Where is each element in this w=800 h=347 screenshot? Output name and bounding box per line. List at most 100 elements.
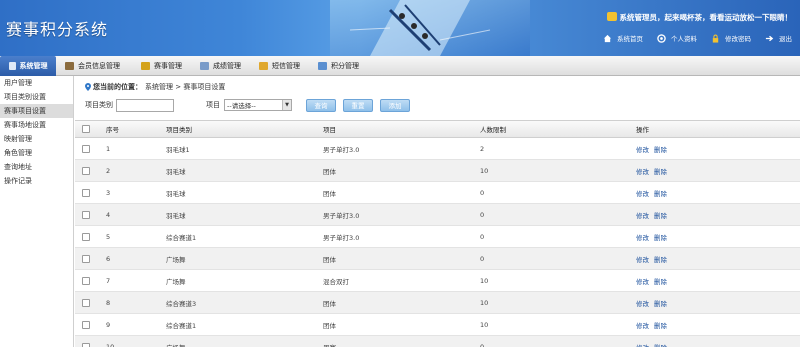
cell-no: 9	[106, 320, 111, 329]
delete-link[interactable]: 删除	[654, 188, 667, 198]
table-row: 5 综合赛道1 男子单打3.0 0 修改 删除	[75, 226, 800, 248]
cell-category: 羽毛球	[166, 189, 186, 198]
sidebar-item-venue-settings[interactable]: 赛事场地设置	[0, 118, 73, 132]
project-label: 项目	[206, 101, 220, 109]
home-link[interactable]: 系统首页	[603, 33, 643, 43]
nav-member-info[interactable]: 会员信息管理	[65, 56, 120, 76]
reset-button[interactable]: 重置	[343, 98, 373, 112]
sms-icon	[259, 62, 268, 70]
select-all-checkbox[interactable]	[82, 125, 90, 133]
edit-link[interactable]: 修改	[636, 276, 649, 286]
table-row: 2 羽毛球 团体 10 修改 删除	[75, 160, 800, 182]
col-limit: 人数限制	[480, 126, 506, 134]
cell-limit: 0	[480, 188, 485, 197]
col-actions: 操作	[636, 126, 649, 134]
edit-link[interactable]: 修改	[636, 298, 649, 308]
sidebar-item-mapping[interactable]: 映射管理	[0, 132, 73, 146]
col-project: 项目	[323, 126, 336, 134]
sidebar-item-category-settings[interactable]: 项目类别设置	[0, 90, 73, 104]
cell-limit: 10	[480, 320, 489, 329]
project-select[interactable]: --请选择-- ▼	[224, 99, 292, 111]
delete-link[interactable]: 删除	[654, 254, 667, 264]
cell-no: 7	[106, 276, 111, 285]
profile-link[interactable]: 个人资料	[657, 33, 697, 43]
delete-link[interactable]: 删除	[654, 210, 667, 220]
cell-category: 广场舞	[166, 255, 186, 264]
logout-link[interactable]: 退出	[765, 33, 792, 43]
query-button[interactable]: 查询	[306, 98, 336, 112]
row-checkbox[interactable]	[82, 320, 90, 329]
nav-sms-management[interactable]: 短信管理	[259, 56, 300, 76]
edit-link[interactable]: 修改	[636, 232, 649, 242]
delete-link[interactable]: 删除	[654, 144, 667, 154]
table-header: 序号 项目类别 项目 人数限制 操作	[75, 120, 800, 138]
delete-link[interactable]: 删除	[654, 166, 667, 176]
category-label: 项目类别	[85, 101, 113, 109]
cell-actions: 修改删除	[636, 226, 672, 247]
cell-project: 男子单打3.0	[323, 145, 360, 154]
delete-link[interactable]: 删除	[654, 342, 667, 347]
cell-project: 团体	[323, 299, 336, 308]
lock-icon	[712, 34, 719, 43]
cell-category: 综合赛道1	[166, 321, 197, 330]
delete-link[interactable]: 删除	[654, 232, 667, 242]
exit-icon	[765, 35, 774, 41]
edit-link[interactable]: 修改	[636, 210, 649, 220]
cell-limit: 10	[480, 298, 489, 307]
nav-system-management[interactable]: 系统管理	[0, 56, 56, 76]
cell-limit: 0	[480, 342, 485, 347]
change-password-link[interactable]: 修改密码	[711, 33, 751, 43]
category-input[interactable]	[116, 98, 174, 112]
row-checkbox[interactable]	[82, 298, 90, 307]
col-category: 项目类别	[166, 126, 192, 134]
app-header: 赛事积分系统 系统管理员，起来喝杯茶，看看运动放松一下眼睛！ 系统首页 个人资料…	[0, 0, 800, 56]
nav-score-management[interactable]: 成绩管理	[200, 56, 241, 76]
row-checkbox[interactable]	[82, 342, 90, 347]
cell-category: 广场舞	[166, 277, 186, 286]
event-icon	[141, 62, 150, 70]
edit-link[interactable]: 修改	[636, 166, 649, 176]
cell-limit: 2	[480, 144, 485, 153]
edit-link[interactable]: 修改	[636, 254, 649, 264]
cell-limit: 0	[480, 232, 485, 241]
row-checkbox[interactable]	[82, 232, 90, 241]
cell-no: 6	[106, 254, 111, 263]
delete-link[interactable]: 删除	[654, 276, 667, 286]
cell-project: 周赛	[323, 336, 336, 347]
col-no: 序号	[106, 126, 119, 134]
delete-link[interactable]: 删除	[654, 320, 667, 330]
delete-link[interactable]: 删除	[654, 298, 667, 308]
cell-limit: 0	[480, 254, 485, 263]
cell-category: 广场舞	[166, 336, 186, 347]
table-row: 7 广场舞 混合双打 10 修改 删除	[75, 270, 800, 292]
edit-link[interactable]: 修改	[636, 320, 649, 330]
edit-link[interactable]: 修改	[636, 188, 649, 198]
cell-project: 男子单打3.0	[323, 233, 360, 242]
nav-event-management[interactable]: 赛事管理	[141, 56, 182, 76]
sidebar-item-roles[interactable]: 角色管理	[0, 146, 73, 160]
cell-no: 2	[106, 166, 111, 175]
sidebar-item-operation-log[interactable]: 操作记录	[0, 174, 73, 188]
row-checkbox[interactable]	[82, 254, 90, 263]
breadcrumb-prefix: 您当前的位置：	[93, 83, 142, 91]
edit-link[interactable]: 修改	[636, 144, 649, 154]
welcome-message: 系统管理员，起来喝杯茶，看看运动放松一下眼睛！	[606, 12, 792, 23]
cell-category: 综合赛道1	[166, 233, 197, 242]
cell-actions: 修改删除	[636, 204, 672, 225]
cell-limit: 10	[480, 276, 489, 285]
cell-actions: 修改删除	[636, 138, 672, 159]
sidebar-item-event-project-settings[interactable]: 赛事项目设置	[0, 104, 73, 118]
row-checkbox[interactable]	[82, 144, 90, 153]
row-checkbox[interactable]	[82, 188, 90, 197]
add-button[interactable]: 添加	[380, 98, 410, 112]
row-checkbox[interactable]	[82, 210, 90, 219]
row-checkbox[interactable]	[82, 276, 90, 285]
row-checkbox[interactable]	[82, 166, 90, 175]
cell-no: 4	[106, 210, 111, 219]
edit-link[interactable]: 修改	[636, 342, 649, 347]
sidebar-item-query-address[interactable]: 查询地址	[0, 160, 73, 174]
nav-points-management[interactable]: 积分管理	[318, 56, 359, 76]
table-row: 9 综合赛道1 团体 10 修改 删除	[75, 314, 800, 336]
sidebar-item-user-management[interactable]: 用户管理	[0, 76, 73, 90]
chevron-down-icon: ▼	[282, 100, 291, 110]
